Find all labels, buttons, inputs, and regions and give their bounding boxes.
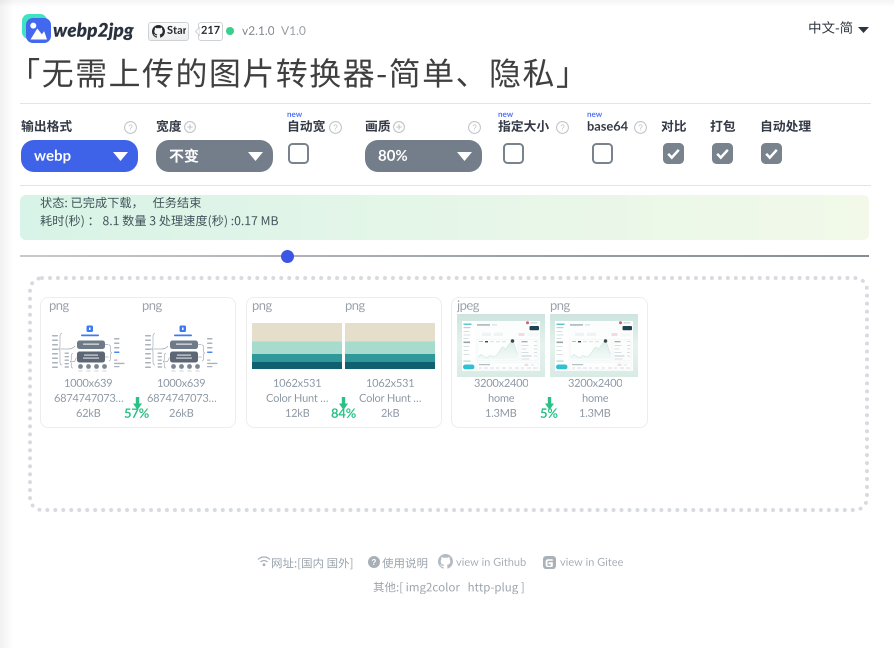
svg-text:?: ? — [472, 123, 477, 132]
svg-text:?: ? — [372, 558, 377, 567]
svg-text:?: ? — [560, 123, 565, 132]
svg-text:?: ? — [128, 123, 133, 132]
svg-text:?: ? — [638, 123, 643, 132]
svg-text:?: ? — [333, 123, 338, 132]
